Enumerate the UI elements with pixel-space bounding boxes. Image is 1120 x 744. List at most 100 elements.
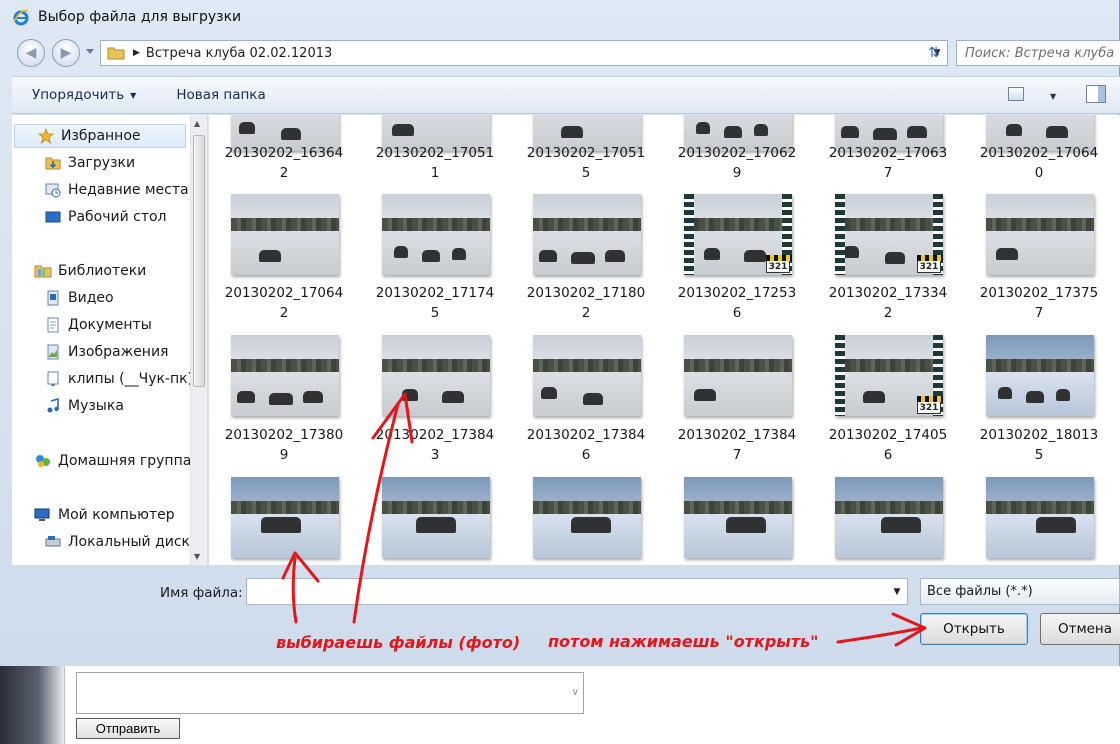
sidebar-item-clips[interactable]: клипы (__Чук-пк) xyxy=(12,367,193,391)
photo-thumbnail[interactable] xyxy=(986,477,1094,558)
photo-thumbnail[interactable] xyxy=(986,335,1094,416)
video-thumbnail[interactable]: 321 xyxy=(684,194,792,275)
sidebar-item-computer[interactable]: Мой компьютер xyxy=(12,503,175,527)
scroll-up-icon[interactable]: ▲ xyxy=(194,119,200,128)
sidebar-item-label: Загрузки xyxy=(68,155,136,171)
new-folder-label: Новая папка xyxy=(176,87,266,103)
homegroup-icon xyxy=(34,453,52,469)
sidebar-item-documents[interactable]: Документы xyxy=(12,313,152,337)
recent-places-icon xyxy=(44,182,62,198)
file-name: 20130202_17375 7 xyxy=(964,283,1114,323)
sidebar-scrollbar[interactable]: ▲ ▼ xyxy=(190,115,207,565)
sidebar-item-downloads[interactable]: Загрузки xyxy=(12,151,135,175)
photo-thumbnail[interactable] xyxy=(684,477,792,558)
photo-thumbnail[interactable] xyxy=(382,194,490,275)
photo-thumbnail[interactable] xyxy=(533,194,641,275)
file-name: 20130202_17384 7 xyxy=(662,425,812,465)
photo-thumbnail[interactable] xyxy=(382,477,490,558)
file-name-line1: 20130202_17380 xyxy=(224,427,344,443)
file-open-dialog: Выбор файла для выгрузки ◀ ▶ ▶ Встреча к… xyxy=(0,0,1120,666)
refresh-button[interactable]: ⇅ xyxy=(920,40,948,66)
file-name-line2: 0 xyxy=(1034,165,1044,181)
drive-icon xyxy=(44,534,62,550)
file-name-line2: 6 xyxy=(732,305,742,321)
sidebar-item-libraries[interactable]: Библиотеки xyxy=(12,259,146,283)
sidebar-item-music[interactable]: Музыка xyxy=(12,394,124,418)
photo-thumbnail[interactable] xyxy=(684,335,792,416)
organize-button[interactable]: Упорядочить ▼ xyxy=(12,87,156,103)
photo-thumbnail[interactable] xyxy=(533,335,641,416)
chevron-down-icon[interactable]: ▼ xyxy=(887,579,907,604)
photo-thumbnail[interactable] xyxy=(835,477,943,558)
photo-thumbnail[interactable] xyxy=(231,477,339,558)
video-library-icon xyxy=(44,290,62,306)
send-button[interactable]: Отправить xyxy=(76,718,180,739)
scroll-down-icon[interactable]: ▼ xyxy=(194,552,200,561)
file-name-line2: 7 xyxy=(732,447,742,463)
file-name-line1: 20130202_17064 xyxy=(979,145,1099,161)
internet-explorer-icon xyxy=(13,9,29,26)
sidebar-item-favorites[interactable]: Избранное xyxy=(14,124,186,148)
sidebar-item-video[interactable]: Видео xyxy=(12,286,114,310)
breadcrumb-path[interactable]: Встреча клуба 02.02.12013 xyxy=(146,46,927,61)
file-name: 20130202_16364 2 xyxy=(209,143,359,183)
file-name-line2: 9 xyxy=(732,165,742,181)
search-box[interactable] xyxy=(956,40,1120,66)
breadcrumb-arrow-icon[interactable]: ▶ xyxy=(133,48,140,58)
forward-button[interactable]: ▶ xyxy=(52,39,80,67)
file-name-line1: 20130202_17375 xyxy=(979,285,1099,301)
star-icon xyxy=(37,128,55,144)
photo-thumbnail[interactable] xyxy=(533,477,641,558)
search-input[interactable] xyxy=(965,45,1120,61)
file-name-line1: 20130202_17180 xyxy=(526,285,646,301)
file-name-line2: 5 xyxy=(1034,447,1044,463)
file-list: 20130202_16364 2 20130202_17051 1 20130202_1… xyxy=(209,115,1120,565)
sidebar-item-label: Избранное xyxy=(61,128,141,144)
arrow-left-icon: ◀ xyxy=(25,45,37,61)
file-name-line2: 2 xyxy=(279,165,289,181)
photo-thumbnail[interactable] xyxy=(231,194,339,275)
message-textarea[interactable]: ∨ xyxy=(76,672,584,714)
file-name-line1: 20130202_17063 xyxy=(828,145,948,161)
filename-input[interactable] xyxy=(247,579,907,604)
file-name-line1: 20130202_17062 xyxy=(677,145,797,161)
sidebar-item-label: Локальный диск xyxy=(68,534,191,550)
preview-pane-icon[interactable] xyxy=(1086,85,1106,103)
sidebar-item-label: Библиотеки xyxy=(58,263,147,279)
view-options-dropdown-icon[interactable]: ▼ xyxy=(1050,92,1056,101)
new-folder-button[interactable]: Новая папка xyxy=(156,87,285,103)
sidebar-item-label: Рабочий стол xyxy=(68,209,167,225)
scrollbar-thumb[interactable] xyxy=(193,135,205,387)
photo-thumbnail[interactable] xyxy=(986,194,1094,275)
sidebar-item-local-disk[interactable]: Локальный диск xyxy=(12,530,190,554)
filename-combobox[interactable]: ▼ xyxy=(246,578,908,605)
photo-thumbnail[interactable] xyxy=(231,335,339,416)
media-player-classic-icon: 321 xyxy=(766,255,792,273)
annotation-select-files: выбираешь файлы (фото) xyxy=(276,633,521,652)
file-name: 20130202_17063 7 xyxy=(813,143,963,183)
computer-icon xyxy=(34,507,52,523)
back-button[interactable]: ◀ xyxy=(17,39,45,67)
chevron-down-icon: ∨ xyxy=(571,687,579,698)
open-button[interactable]: Открыть xyxy=(920,613,1028,645)
video-thumbnail[interactable]: 321 xyxy=(835,335,943,416)
file-name: 20130202_17384 3 xyxy=(360,425,510,465)
sidebar-item-desktop[interactable]: Рабочий стол xyxy=(12,205,167,229)
file-type-value: Все файлы (*.*) xyxy=(927,584,1033,599)
navigation-pane: Избранное Загрузки Недавние места Рабочи… xyxy=(12,115,208,565)
change-view-icon[interactable] xyxy=(1008,87,1024,101)
history-dropdown-icon[interactable] xyxy=(86,49,94,54)
sidebar-item-recent-places[interactable]: Недавние места xyxy=(12,178,189,202)
sidebar-item-pictures[interactable]: Изображения xyxy=(12,340,168,364)
title-bar: Выбор файла для выгрузки xyxy=(0,0,1119,34)
address-bar[interactable]: ▶ Встреча клуба 02.02.12013 ▼ xyxy=(100,40,948,66)
file-type-select[interactable]: Все файлы (*.*) xyxy=(920,578,1120,605)
network-folder-icon xyxy=(44,371,62,387)
file-name: 20130202_17384 6 xyxy=(511,425,661,465)
cancel-button[interactable]: Отмена xyxy=(1040,613,1120,645)
video-thumbnail[interactable]: 321 xyxy=(835,194,943,275)
media-player-classic-icon: 321 xyxy=(917,396,943,414)
photo-thumbnail[interactable] xyxy=(382,335,490,416)
sidebar-item-homegroup[interactable]: Домашняя группа xyxy=(12,449,191,473)
sidebar-item-label: Музыка xyxy=(68,398,124,414)
